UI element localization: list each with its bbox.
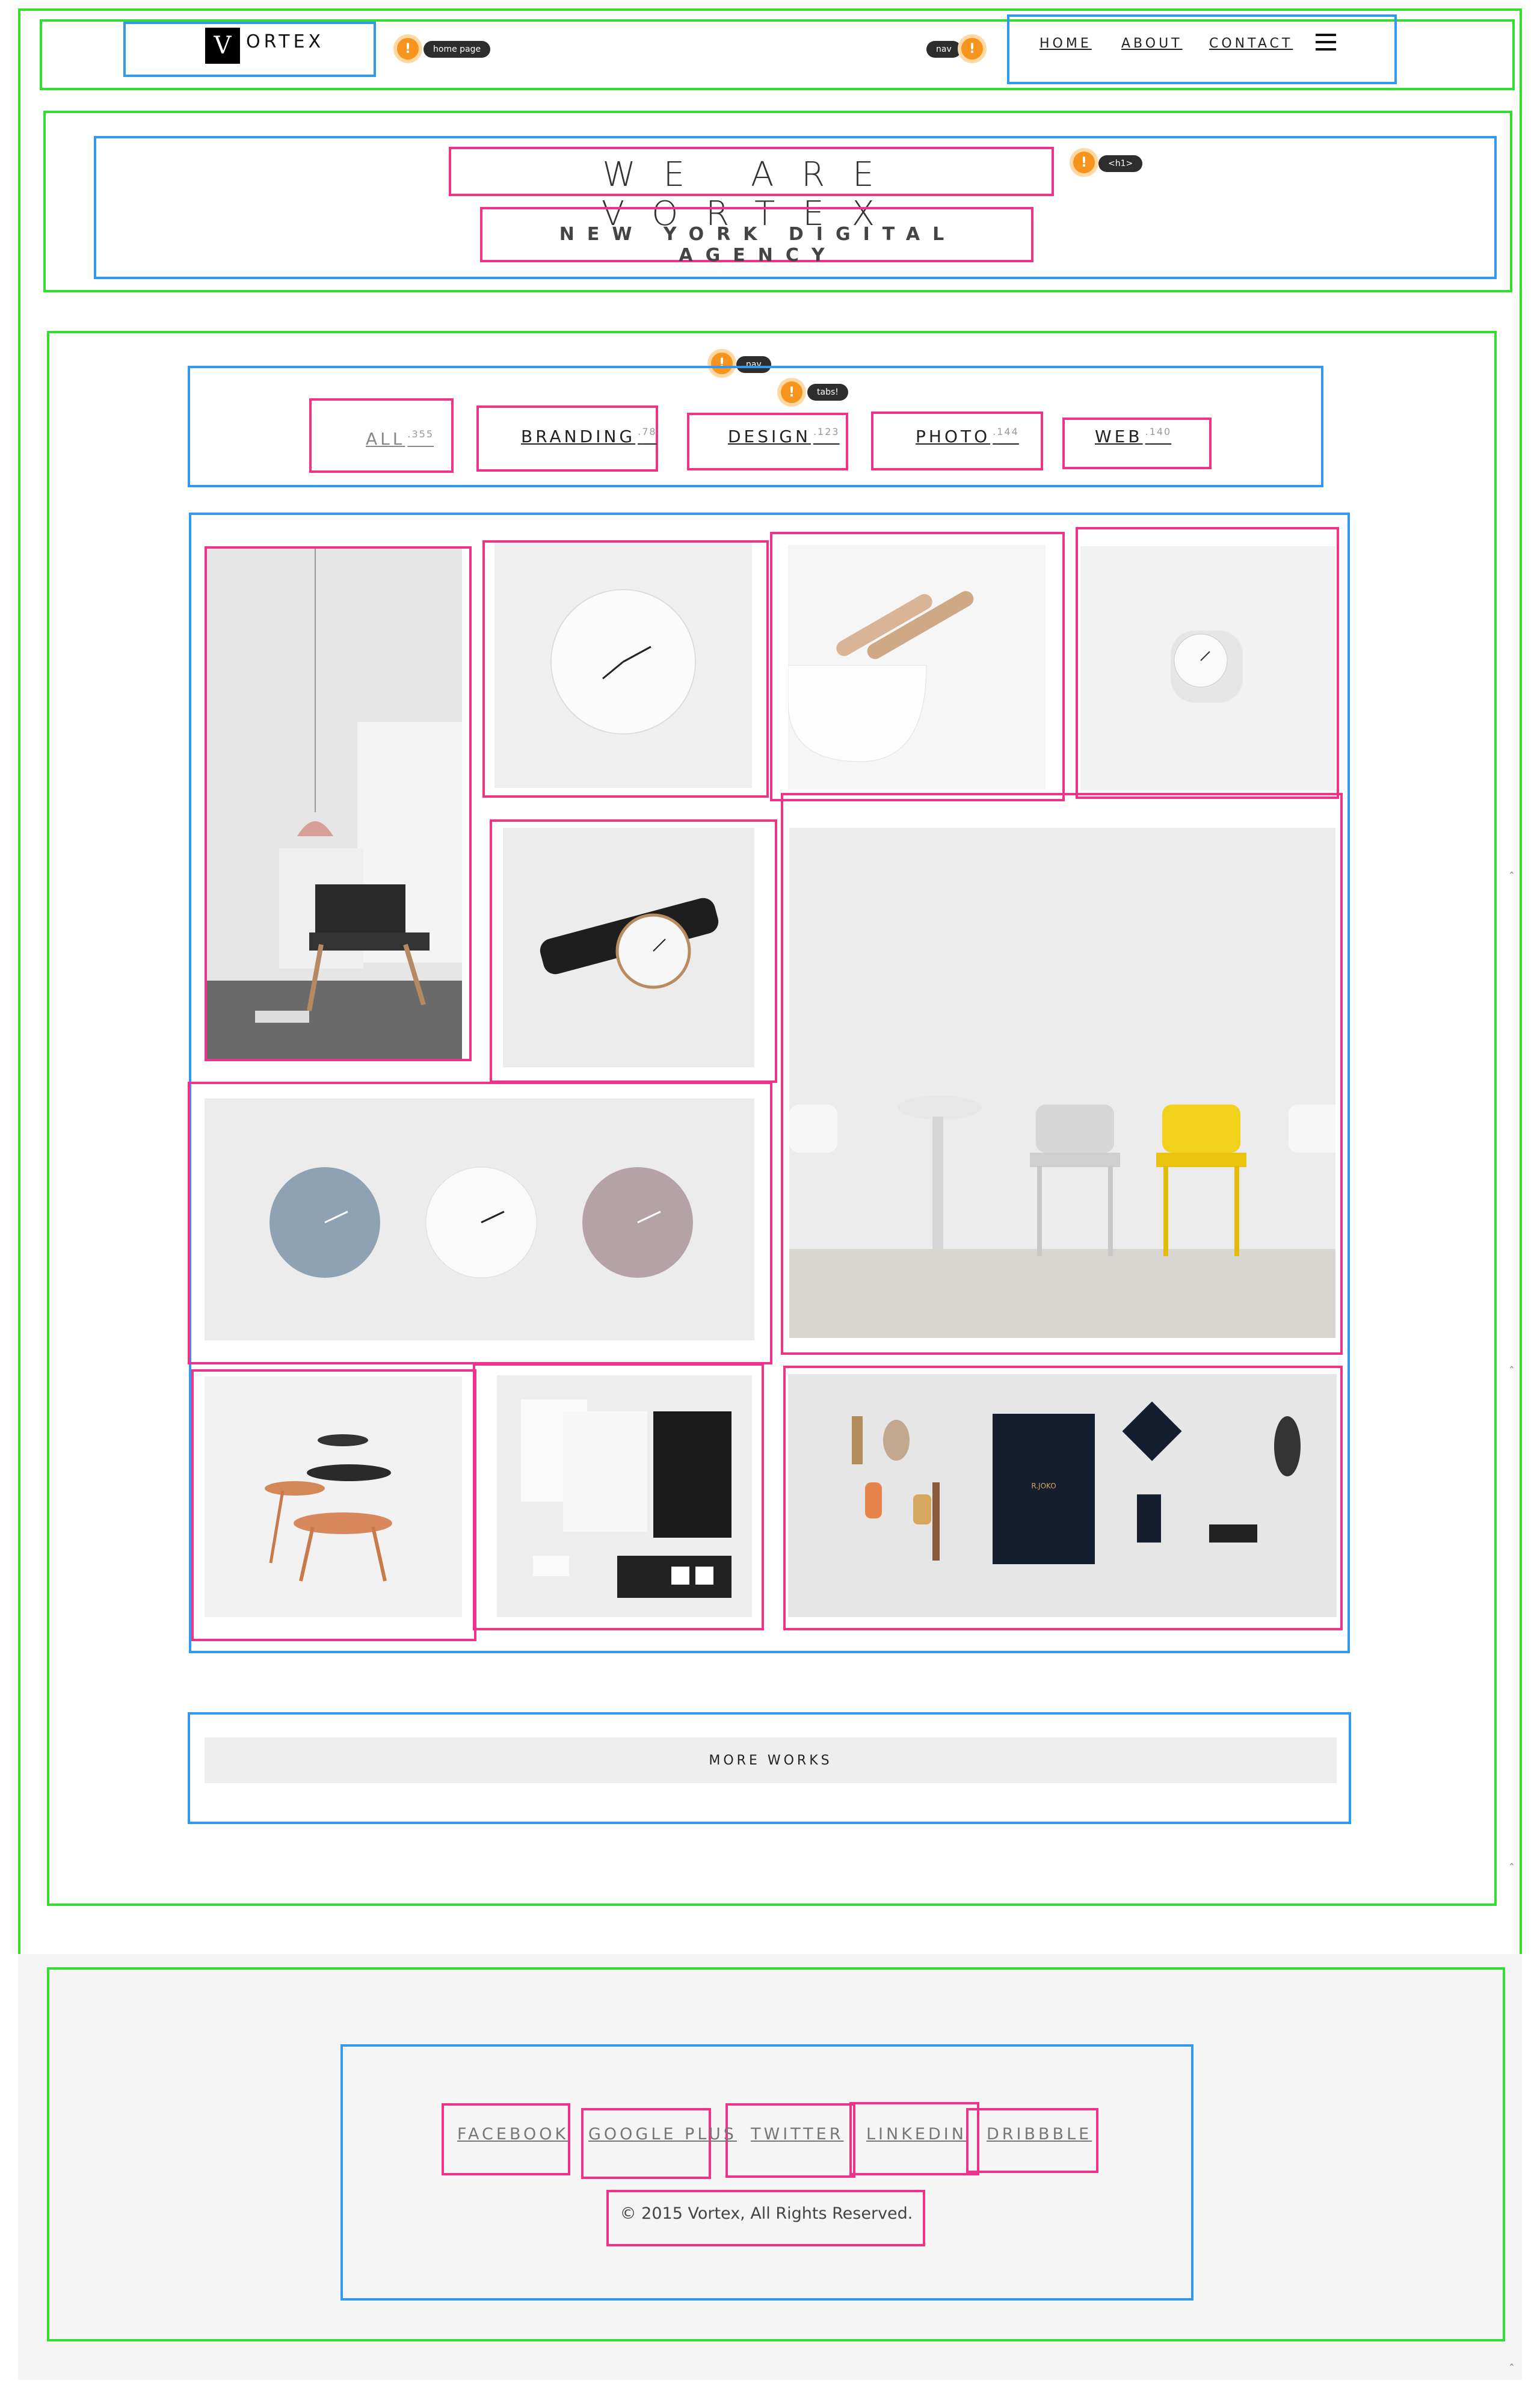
more-works-button[interactable]: MORE WORKS [205, 1737, 1337, 1783]
header-region [40, 19, 1515, 90]
filter-count-value: 140 [1149, 426, 1172, 437]
home-page-badge: home page [424, 41, 491, 58]
filter-tab-branding[interactable]: BRANDING .78 [521, 426, 657, 446]
filter-tab-design[interactable]: DESIGN .123 [728, 426, 840, 446]
nav-home-link[interactable]: HOME [1040, 36, 1092, 51]
gallery-item-bowl[interactable] [788, 545, 1046, 789]
filter-tab-all[interactable]: ALL .355 [366, 428, 434, 449]
filter-count-value: 123 [818, 426, 840, 437]
filter-count: .140 [1145, 426, 1172, 437]
filter-label: DESIGN [728, 427, 811, 446]
filter-tab-photo[interactable]: PHOTO .144 [916, 426, 1019, 446]
tabs-badge: tabs! [807, 384, 848, 401]
nav-about-link[interactable]: ABOUT [1121, 36, 1183, 51]
flatlay-image: R.JOKO [788, 1374, 1337, 1617]
desk-clock-image [1080, 546, 1335, 791]
flatlay-brand-text: R.JOKO [1031, 1482, 1056, 1490]
social-link-linkedin[interactable]: LINKEDIN [866, 2125, 967, 2144]
scroll-top-icon[interactable]: ˆ [1509, 1364, 1515, 1379]
hero-subtitle: NEW YORK DIGITAL AGENCY [559, 224, 957, 266]
scroll-top-icon[interactable]: ˆ [1509, 1861, 1515, 1876]
hamburger-line [1316, 41, 1336, 43]
gallery-item-chairs[interactable] [789, 828, 1335, 1338]
hamburger-line [1316, 48, 1336, 51]
social-link-google-plus[interactable]: GOOGLE PLUS [588, 2125, 737, 2144]
filter-count-dot: . [1145, 426, 1150, 437]
wall-clock-image [494, 541, 752, 788]
chairs-image [789, 828, 1335, 1338]
social-link-facebook[interactable]: FACEBOOK [457, 2125, 568, 2144]
filter-count-value: 144 [997, 426, 1019, 437]
scroll-top-icon[interactable]: ˆ [1509, 2362, 1515, 2376]
filter-count: .144 [993, 426, 1019, 437]
filter-count-value: 78 [642, 426, 657, 437]
gallery-item-stationery[interactable] [497, 1375, 752, 1617]
gallery-item-flatlay[interactable]: R.JOKO [788, 1374, 1337, 1617]
warning-icon: ! [1070, 148, 1098, 177]
nav-badge: nav [926, 41, 961, 58]
filters-nav-badge: nav [736, 356, 771, 373]
hamburger-line [1316, 34, 1336, 36]
warning-icon: ! [777, 378, 806, 407]
scroll-top-icon[interactable]: ˆ [1509, 870, 1515, 884]
warning-icon: ! [958, 34, 987, 63]
gallery-item-desk-clock[interactable] [1080, 546, 1335, 791]
filter-count: .123 [813, 426, 840, 437]
warning-icon: ! [707, 349, 736, 378]
filter-count: .78 [638, 426, 656, 437]
lounge-chair-image [207, 547, 462, 1059]
logo-text: ORTEX [246, 31, 325, 52]
copyright-text: © 2015 Vortex, All Rights Reserved. [620, 2204, 913, 2223]
gallery-item-side-tables[interactable] [205, 1376, 462, 1617]
gallery-item-watch[interactable] [503, 828, 754, 1067]
filter-count-value: 355 [411, 428, 434, 440]
filter-label: PHOTO [916, 427, 991, 446]
hero-title: WE ARE VORTEX [601, 155, 903, 233]
footer-background [18, 1954, 1522, 2380]
logo-mark: V [205, 28, 240, 64]
three-clocks-image [205, 1099, 754, 1340]
bowl-image [788, 545, 1046, 789]
filter-count-dot: . [813, 426, 818, 437]
watch-image [503, 828, 754, 1067]
social-link-twitter[interactable]: TWITTER [751, 2125, 843, 2144]
filter-tab-web[interactable]: WEB .140 [1095, 426, 1171, 446]
gallery-item-three-clocks[interactable] [205, 1099, 754, 1340]
social-link-dribbble[interactable]: DRIBBBLE [987, 2125, 1092, 2144]
warning-icon: ! [393, 34, 422, 63]
side-tables-image [205, 1376, 462, 1617]
filter-count: .355 [407, 428, 434, 440]
hamburger-icon[interactable] [1316, 34, 1336, 51]
nav-contact-link[interactable]: CONTACT [1209, 36, 1293, 51]
h1-badge: <h1> [1098, 155, 1143, 172]
stationery-image [497, 1375, 752, 1617]
filter-label: WEB [1095, 427, 1143, 446]
gallery-item-wall-clock[interactable] [494, 541, 752, 788]
filter-label: BRANDING [521, 427, 636, 446]
filter-label: ALL [366, 429, 405, 449]
gallery-item-lounge-chair[interactable] [207, 547, 462, 1059]
